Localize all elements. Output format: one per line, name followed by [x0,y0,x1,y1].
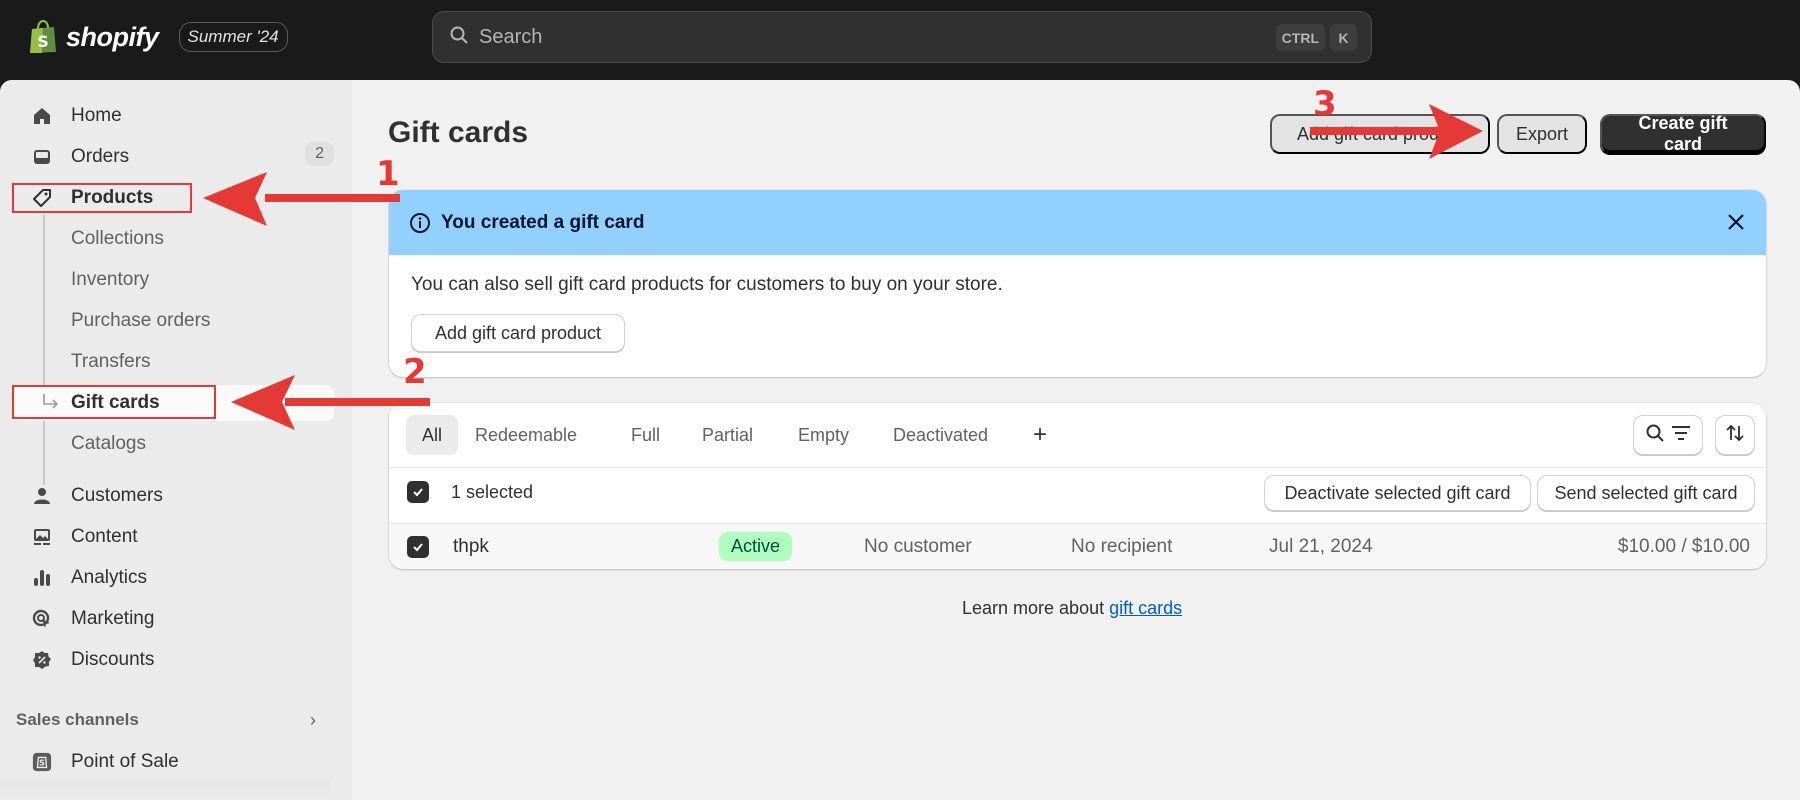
shopify-bag-icon: S [28,19,58,54]
search-placeholder: Search [479,25,543,48]
kbd-k: K [1330,24,1357,51]
target-icon [32,609,52,629]
gift-card-code[interactable]: thpk [453,536,489,558]
sidebar-label: Transfers [71,351,151,372]
deactivate-selected-button[interactable]: Deactivate selected gift card [1264,475,1531,511]
kbd-ctrl: CTRL [1275,24,1325,51]
select-all-checkbox[interactable] [407,481,429,503]
annotation-box-products [12,183,192,213]
gift-card-created-banner: You created a gift card You can also sel… [389,190,1766,377]
discount-icon [32,650,52,670]
home-icon [32,106,52,126]
add-gift-card-product-button[interactable]: Add gift card product [1270,114,1490,154]
send-selected-button[interactable]: Send selected gift card [1537,475,1755,511]
sidebar-label: Marketing [71,608,155,629]
sort-button[interactable] [1715,415,1755,455]
export-button[interactable]: Export [1497,114,1587,154]
sidebar-item-orders[interactable]: Orders 2 [14,139,334,175]
row-checkbox[interactable] [407,536,429,558]
date-cell: Jul 21, 2024 [1269,536,1373,557]
sidebar-label: Discounts [71,649,155,670]
search-icon [449,25,469,50]
pos-icon: S [32,752,52,772]
edition-badge[interactable]: Summer '24 [178,22,288,52]
orders-count-badge: 2 [305,142,334,166]
table-row[interactable]: thpk Active No customer No recipient Jul… [389,524,1766,569]
annotation-label-2: 2 [403,352,427,392]
chevron-right-icon[interactable]: › [310,710,316,731]
sidebar-item-transfers[interactable]: Transfers [14,344,334,380]
sort-icon [1725,423,1745,448]
search-filter-button[interactable] [1633,415,1703,455]
learn-more-text: Learn more about gift cards [962,598,1182,619]
sidebar-item-discounts[interactable]: Discounts [14,642,334,678]
banner-text: You can also sell gift card products for… [411,274,1003,295]
sidebar-label: Point of Sale [71,751,179,772]
keyboard-shortcut: CTRL K [1275,24,1357,51]
sidebar-label: Purchase orders [71,310,211,331]
filter-icon [1671,425,1691,446]
recipient-cell: No recipient [1071,536,1173,557]
sidebar-item-content[interactable]: Content [14,519,334,555]
app-frame: Home Orders 2 Products Collections Inven… [0,80,1800,800]
sidebar-label: Home [71,105,122,126]
search-icon [1645,423,1665,448]
banner-header: You created a gift card [389,190,1766,255]
sidebar-label: Customers [71,485,163,506]
sidebar-item-catalogs[interactable]: Catalogs [14,426,334,462]
sidebar-item-customers[interactable]: Customers [14,478,334,514]
gift-cards-help-link[interactable]: gift cards [1109,598,1182,618]
top-bar: S shopify Summer '24 Search CTRL K [0,0,1800,80]
svg-text:S: S [39,758,45,768]
svg-text:S: S [37,32,49,51]
tab-empty[interactable]: Empty [782,415,865,455]
sidebar-item-collections[interactable]: Collections [14,221,334,257]
sidebar-item-marketing[interactable]: Marketing [14,601,334,637]
banner-add-gift-card-product-button[interactable]: Add gift card product [411,314,625,352]
content-icon [32,527,52,547]
search-input[interactable]: Search CTRL K [432,11,1372,63]
tab-deactivated[interactable]: Deactivated [877,415,1004,455]
tab-full[interactable]: Full [615,415,676,455]
sidebar-label: Catalogs [71,433,146,454]
brand-name: shopify [66,21,159,52]
sidebar-label: Inventory [71,269,150,290]
shopify-logo[interactable]: S shopify Summer '24 [28,19,288,54]
sidebar-label: Collections [71,228,164,249]
sales-channels-heading: Sales channels [16,710,139,729]
learn-more-prefix: Learn more about [962,598,1110,618]
sidebar-label: Content [71,526,138,547]
close-icon[interactable] [1724,210,1748,239]
tab-all[interactable]: All [406,415,459,455]
divider [389,467,1766,468]
status-badge: Active [719,532,793,561]
tab-redeemable[interactable]: Redeemable [459,415,593,455]
annotation-box-gift-cards [12,385,216,419]
balance-cell: $10.00 / $10.00 [1617,536,1750,557]
sidebar-label: Analytics [71,567,148,588]
page-title: Gift cards [388,116,529,149]
sidebar-item-home[interactable]: Home [14,98,334,134]
customer-cell: No customer [864,536,972,557]
sidebar-item-inventory[interactable]: Inventory [14,262,334,298]
annotation-label-1: 1 [376,154,400,194]
person-icon [32,486,52,506]
inbox-icon [32,147,52,167]
banner-title: You created a gift card [441,211,645,233]
sidebar-label: Orders [71,146,130,167]
selection-count: 1 selected [451,482,534,502]
add-view-button[interactable]: + [1017,415,1063,455]
sidebar-item-purchase-orders[interactable]: Purchase orders [14,303,334,339]
sidebar-scroll-fade [0,780,330,800]
gift-cards-table: All Redeemable Full Partial Empty Deacti… [389,403,1766,569]
sidebar-item-analytics[interactable]: Analytics [14,560,334,596]
info-icon [409,212,431,239]
bar-chart-icon [32,568,52,588]
create-gift-card-button[interactable]: Create gift card [1600,113,1766,154]
annotation-label-3: 3 [1313,84,1337,124]
tab-partial[interactable]: Partial [686,415,769,455]
sidebar-item-point-of-sale[interactable]: S Point of Sale [14,744,334,780]
